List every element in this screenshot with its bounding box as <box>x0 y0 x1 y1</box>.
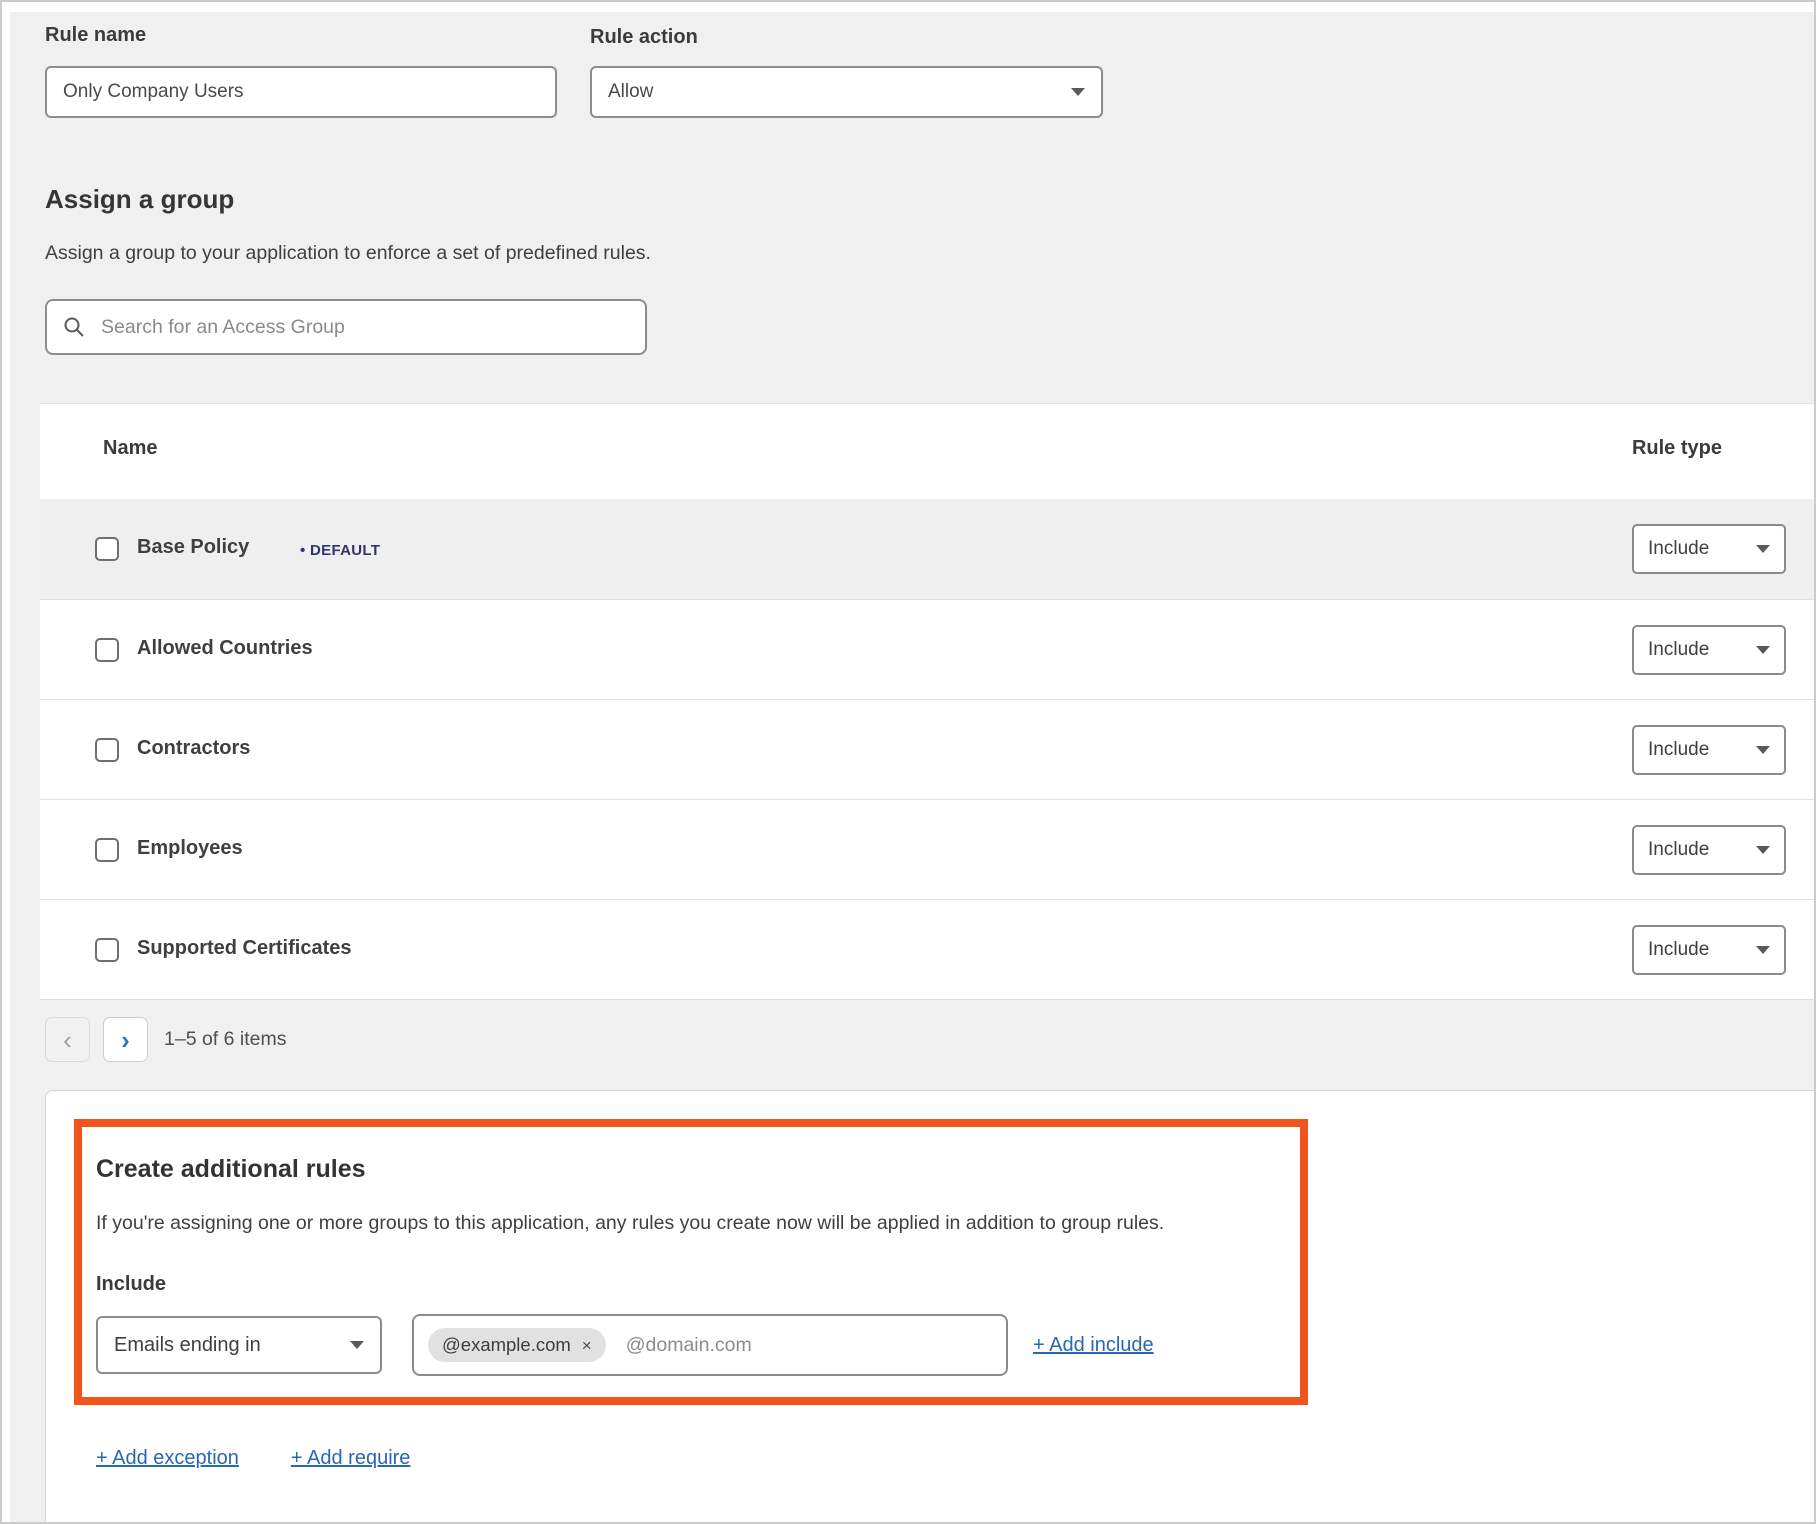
rule-type-value: Include <box>1648 639 1709 661</box>
group-name: Base Policy <box>137 536 249 559</box>
row-checkbox[interactable] <box>95 537 119 561</box>
highlight-box: Create additional rules If you're assign… <box>74 1119 1308 1405</box>
condition-dropdown[interactable]: Emails ending in <box>96 1316 382 1374</box>
row-checkbox[interactable] <box>95 738 119 762</box>
rule-type-value: Include <box>1648 739 1709 761</box>
chevron-down-icon <box>1756 846 1770 854</box>
table-row[interactable]: Base Policy DEFAULT Include <box>40 499 1814 599</box>
table-row[interactable]: Supported Certificates Include <box>40 899 1814 999</box>
default-badge: DEFAULT <box>300 542 380 559</box>
pagination: ‹ › 1–5 of 6 items <box>45 1017 286 1062</box>
chevron-left-icon: ‹ <box>63 1027 72 1053</box>
rule-type-value: Include <box>1648 939 1709 961</box>
chevron-down-icon <box>1756 646 1770 654</box>
rule-name-input[interactable] <box>45 66 557 118</box>
search-icon <box>63 316 85 338</box>
page-background: Rule name Rule action Allow Assign a gro… <box>10 12 1814 1522</box>
add-exception-link[interactable]: + Add exception <box>96 1447 239 1470</box>
condition-value: Emails ending in <box>114 1334 261 1357</box>
chevron-down-icon <box>1756 545 1770 553</box>
group-name: Allowed Countries <box>137 637 313 660</box>
row-checkbox[interactable] <box>95 638 119 662</box>
column-header-rule-type: Rule type <box>1632 437 1722 460</box>
rule-type-dropdown[interactable]: Include <box>1632 725 1786 775</box>
chevron-down-icon <box>1756 746 1770 754</box>
rule-type-value: Include <box>1648 538 1709 560</box>
rule-links: + Add exception + Add require <box>96 1447 410 1470</box>
rule-action-dropdown[interactable]: Allow <box>590 66 1103 118</box>
create-rules-heading: Create additional rules <box>96 1155 1280 1184</box>
create-rules-panel: Create additional rules If you're assign… <box>45 1090 1816 1524</box>
access-group-search[interactable] <box>45 299 647 355</box>
domain-text-input[interactable] <box>624 1333 992 1358</box>
row-checkbox[interactable] <box>95 838 119 862</box>
email-domain-input[interactable]: @example.com × <box>412 1314 1008 1376</box>
domain-chip-label: @example.com <box>442 1334 571 1356</box>
rule-type-dropdown[interactable]: Include <box>1632 925 1786 975</box>
row-checkbox[interactable] <box>95 938 119 962</box>
table-header: Name Rule type <box>40 404 1814 499</box>
close-icon[interactable]: × <box>582 1337 592 1354</box>
rule-type-dropdown[interactable]: Include <box>1632 825 1786 875</box>
rule-type-dropdown[interactable]: Include <box>1632 625 1786 675</box>
group-name: Employees <box>137 837 243 860</box>
group-name: Supported Certificates <box>137 937 351 960</box>
previous-page-button[interactable]: ‹ <box>45 1017 90 1062</box>
rule-type-value: Include <box>1648 839 1709 861</box>
include-label: Include <box>96 1273 1280 1296</box>
pagination-label: 1–5 of 6 items <box>164 1028 286 1051</box>
table-row[interactable]: Employees Include <box>40 799 1814 899</box>
add-include-link[interactable]: + Add include <box>1033 1334 1154 1357</box>
create-rules-description: If you're assigning one or more groups t… <box>96 1212 1280 1235</box>
chevron-down-icon <box>1071 88 1085 96</box>
chevron-down-icon <box>1756 946 1770 954</box>
chevron-right-icon: › <box>121 1027 130 1053</box>
assign-group-heading: Assign a group <box>45 184 234 215</box>
table-row[interactable]: Allowed Countries Include <box>40 599 1814 699</box>
chevron-down-icon <box>350 1341 364 1349</box>
search-input[interactable] <box>99 315 629 340</box>
rule-type-dropdown[interactable]: Include <box>1632 524 1786 574</box>
group-table-body: Base Policy DEFAULT Include Allowed Coun… <box>40 499 1814 999</box>
rule-action-value: Allow <box>608 81 653 103</box>
add-require-link[interactable]: + Add require <box>291 1447 411 1470</box>
include-rule-row: Emails ending in @example.com × + Add inc… <box>96 1314 1280 1376</box>
screenshot-frame: Rule name Rule action Allow Assign a gro… <box>0 0 1816 1524</box>
column-header-name: Name <box>103 437 157 460</box>
table-row[interactable]: Contractors Include <box>40 699 1814 799</box>
rule-action-label: Rule action <box>590 26 698 49</box>
access-group-table: Name Rule type Base Policy DEFAULT Inclu… <box>40 403 1814 1000</box>
group-name: Contractors <box>137 737 250 760</box>
rule-name-label: Rule name <box>45 24 146 47</box>
assign-group-description: Assign a group to your application to en… <box>45 242 651 265</box>
next-page-button[interactable]: › <box>103 1017 148 1062</box>
domain-chip[interactable]: @example.com × <box>428 1328 606 1362</box>
